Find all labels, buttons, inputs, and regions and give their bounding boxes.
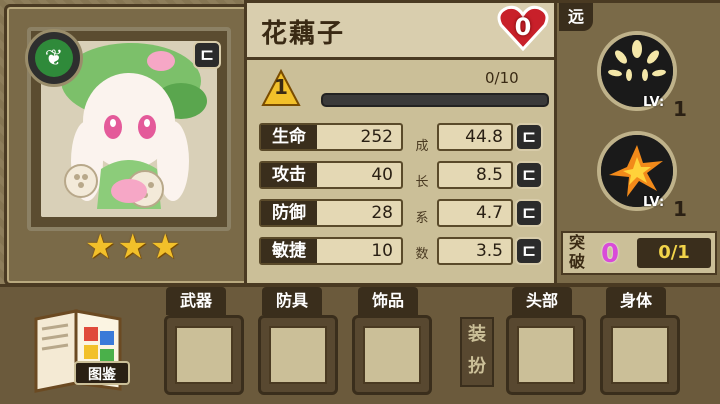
slot-label-body: 身体 [606, 287, 666, 315]
slot-inner [363, 326, 421, 384]
slot-label-accessory: 饰品 [358, 287, 418, 315]
c-icon: ㄷ [515, 161, 543, 189]
slot-head[interactable] [506, 315, 586, 395]
stat-value: 252 [360, 127, 393, 147]
slot-inner [611, 326, 669, 384]
growth-row-attack: 8.5 [437, 161, 513, 189]
growth-value: 8.5 [475, 165, 503, 185]
growth-value: 44.8 [465, 127, 503, 147]
growth-value: 3.5 [475, 241, 503, 261]
slot-label-head: 头部 [512, 287, 572, 315]
exp-bar [321, 93, 549, 107]
stat-row-hp: 生命 252 [259, 123, 403, 151]
portrait-panel: ❦ ㄷ ★ ★ ★ [4, 4, 250, 286]
breakthrough-label: 突破 [569, 233, 586, 271]
character-name: 花藕子 [261, 19, 346, 49]
stat-label: 敏捷 [261, 239, 317, 263]
growth-upgrade-button-attack[interactable]: ㄷ [515, 161, 543, 189]
character-screen: ❦ ㄷ ★ ★ ★ 花藕子 0 1 0/10 生命 252 攻击 40 防御 2… [0, 0, 720, 404]
dress-up-button[interactable]: 装扮 [460, 317, 494, 387]
heart-value: 0 [514, 13, 532, 41]
c-icon: ㄷ [515, 237, 543, 265]
level-badge: 1 [261, 68, 301, 109]
growth-upgrade-button-agility[interactable]: ㄷ [515, 237, 543, 265]
skill-slot-1[interactable] [597, 31, 677, 111]
heart-badge[interactable]: 0 [497, 5, 549, 52]
range-tag: 远 [559, 3, 593, 31]
slot-accessory[interactable] [352, 315, 432, 395]
growth-row-defense: 4.7 [437, 199, 513, 227]
slot-inner [269, 326, 327, 384]
skill-lv-label: LV: [643, 95, 665, 110]
breakthrough-count: 0/1 [637, 238, 711, 268]
star-icon: ★ [85, 227, 116, 267]
slot-inner [175, 326, 233, 384]
growth-value: 4.7 [475, 203, 503, 223]
equipment-bar: 图鉴 武器 防具 饰品 装扮 头部 身体 [0, 284, 720, 404]
name-bar: 花藕子 0 [247, 3, 557, 60]
stat-row-agility: 敏捷 10 [259, 237, 403, 265]
slot-label-armor: 防具 [262, 287, 322, 315]
slot-inner [517, 326, 575, 384]
stat-label: 生命 [261, 125, 317, 149]
growth-upgrade-button-defense[interactable]: ㄷ [515, 199, 543, 227]
portrait-switch-button[interactable]: ㄷ [193, 41, 221, 69]
stat-row-attack: 攻击 40 [259, 161, 403, 189]
star-rating: ★ ★ ★ [85, 225, 180, 269]
level-value: 1 [274, 75, 288, 99]
c-icon: ㄷ [515, 123, 543, 151]
growth-label-char: 长 [415, 175, 429, 190]
slot-label-weapon: 武器 [166, 287, 226, 315]
growth-row-agility: 3.5 [437, 237, 513, 265]
stat-label: 防御 [261, 201, 317, 225]
growth-label-char: 成 [415, 139, 429, 154]
growth-label-char: 数 [415, 247, 429, 262]
star-icon: ★ [117, 227, 148, 267]
slot-body[interactable] [600, 315, 680, 395]
skill-panel: 远 LV: 1 LV: 1 突破 0 0/1 [554, 0, 720, 286]
c-icon: ㄷ [193, 41, 221, 69]
stat-value: 40 [371, 165, 393, 185]
skill-lv-label: LV: [643, 195, 665, 210]
stat-value: 28 [371, 203, 393, 223]
slot-armor[interactable] [258, 315, 338, 395]
breakthrough-current: 0 [601, 239, 620, 269]
c-icon: ㄷ [515, 199, 543, 227]
leaf-icon: ❦ [35, 39, 73, 77]
star-icon: ★ [149, 227, 181, 267]
growth-row-hp: 44.8 [437, 123, 513, 151]
stats-panel: 花藕子 0 1 0/10 生命 252 攻击 40 防御 28 敏捷 10 成 … [244, 0, 560, 286]
skill-level: 1 [673, 197, 687, 221]
growth-label-char: 系 [415, 211, 429, 226]
skill-slot-2[interactable] [597, 131, 677, 211]
slot-weapon[interactable] [164, 315, 244, 395]
breakthrough-box[interactable]: 突破 0 0/1 [561, 231, 717, 275]
exp-text: 0/10 [485, 69, 519, 87]
class-badge: ❦ [25, 29, 83, 87]
skill-level: 1 [673, 97, 687, 121]
stat-label: 攻击 [261, 163, 317, 187]
stat-row-defense: 防御 28 [259, 199, 403, 227]
stat-value: 10 [371, 241, 393, 261]
codex-label: 图鉴 [74, 361, 130, 385]
growth-upgrade-button-hp[interactable]: ㄷ [515, 123, 543, 151]
